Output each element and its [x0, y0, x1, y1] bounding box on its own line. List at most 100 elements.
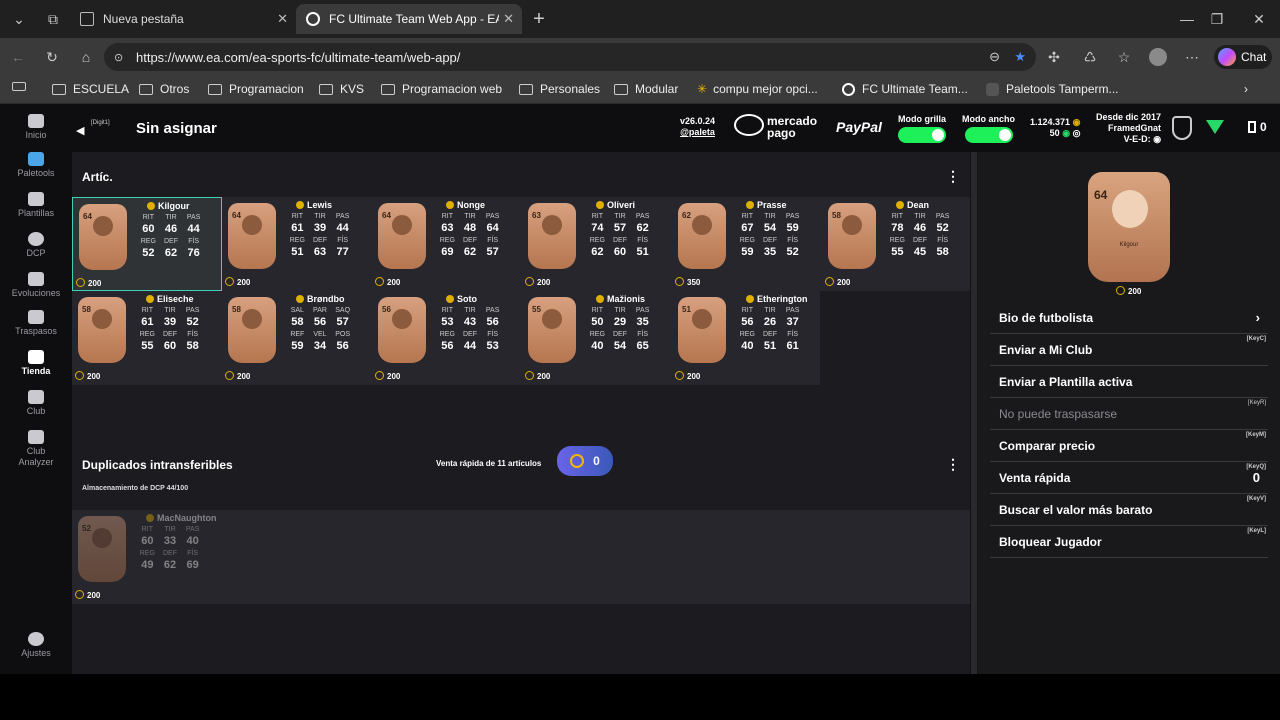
- player-card[interactable]: 63 Oliveri RIT TIR PAS 74 57 62 REG DEF FÍS 62 60 51 2…: [522, 197, 672, 291]
- bookmark-folder[interactable]: Modular: [614, 82, 678, 96]
- close-icon[interactable]: ✕: [503, 11, 514, 27]
- nav-item-club[interactable]: Club: [0, 390, 72, 416]
- selected-price: 200: [1116, 286, 1141, 296]
- stat-value: 59: [786, 222, 799, 234]
- window-close-icon[interactable]: ✕: [1248, 8, 1270, 30]
- tab-list-icon[interactable]: ⌄: [8, 8, 30, 30]
- tab-fc-web-app[interactable]: FC Ultimate Team Web App - EA S ✕: [296, 4, 522, 34]
- menu-item[interactable]: Enviar a Plantilla activa: [990, 366, 1268, 398]
- reading-view-icon[interactable]: [12, 82, 26, 91]
- nav-item-ajustes[interactable]: Ajustes: [0, 632, 72, 658]
- menu-item[interactable]: Bio de futbolista ›: [990, 302, 1268, 334]
- main-scrollbar[interactable]: [970, 152, 978, 674]
- mode-grid-control[interactable]: Modo grilla: [898, 114, 946, 143]
- nav-item-plantillas[interactable]: Plantillas: [0, 192, 72, 218]
- eye-icon[interactable]: ◉: [1153, 134, 1161, 144]
- menu-label: Buscar el valor más barato: [999, 502, 1153, 517]
- player-card[interactable]: 58 Eliseche RIT TIR PAS 61 39 52 REG DEF FÍS 55 60 58…: [72, 291, 222, 385]
- stat-label: RIT: [891, 213, 903, 220]
- stat-value: 45: [913, 246, 927, 258]
- bookmark-label: Modular: [635, 82, 679, 96]
- stat-label: RIT: [591, 213, 603, 220]
- bookmark-link[interactable]: FC Ultimate Team...: [842, 82, 968, 96]
- url-field[interactable]: ⊙ https://www.ea.com/ea-sports-fc/ultima…: [104, 43, 1036, 71]
- mode-wide-toggle[interactable]: [964, 127, 1013, 143]
- bookmark-folder[interactable]: Otros: [139, 82, 189, 96]
- workspaces-icon[interactable]: ⧉: [42, 8, 64, 30]
- paypal-logo[interactable]: PayPal: [836, 119, 882, 135]
- restore-icon[interactable]: ❐: [1206, 8, 1228, 30]
- player-card[interactable]: 51 Etherington RIT TIR PAS 56 26 37 REG DEF FÍS 40 5…: [672, 291, 822, 385]
- extensions-icon[interactable]: ✣: [1044, 47, 1064, 67]
- new-tab-icon[interactable]: +: [528, 8, 550, 30]
- more-options-icon[interactable]: ⋮: [946, 456, 960, 473]
- nav-item-inicio[interactable]: Inicio: [0, 114, 72, 140]
- mode-grid-toggle[interactable]: [898, 127, 946, 143]
- menu-item[interactable]: Comparar precio [KeyM]: [990, 430, 1268, 462]
- player-card[interactable]: 64 Nonge RIT TIR PAS 63 48 64 REG DEF FÍS 69 62 57 200: [372, 197, 522, 291]
- back-icon[interactable]: ←: [8, 47, 28, 67]
- stat-label: DEF: [162, 331, 177, 338]
- card-ovr: 58: [832, 211, 841, 220]
- bookmark-folder[interactable]: Personales: [519, 82, 600, 96]
- player-card[interactable]: 55 Mažionis RIT TIR PAS 50 29 35 REG DEF FÍS 40 54 65…: [522, 291, 672, 385]
- bookmark-folder[interactable]: Programacion: [208, 82, 304, 96]
- notifications[interactable]: 0: [1248, 120, 1267, 134]
- nav-item-evoluciones[interactable]: Evoluciones: [0, 272, 72, 298]
- favorite-star-icon[interactable]: ★: [1014, 49, 1026, 65]
- menu-label: Enviar a Mi Club: [999, 342, 1093, 357]
- stat-value: 39: [163, 316, 177, 328]
- player-card[interactable]: 62 Prasse RIT TIR PAS 67 54 59 REG DEF FÍS 59 35 52 35…: [672, 197, 822, 291]
- stat-label: FÍS: [637, 237, 649, 244]
- bookmark-link[interactable]: Paletools Tamperm...: [986, 82, 1119, 96]
- home-icon[interactable]: ⌂: [76, 47, 96, 67]
- more-icon[interactable]: ⋯: [1182, 47, 1202, 67]
- menu-item[interactable]: Buscar el valor más barato [KeyV]: [990, 494, 1268, 526]
- player-card[interactable]: 64 Kilgour RIT TIR PAS 60 46 44 REG DEF FÍS 52 62 76 2…: [72, 197, 222, 291]
- favorites-icon[interactable]: ☆: [1114, 47, 1134, 67]
- player-name: Nonge: [446, 200, 485, 210]
- profile-icon[interactable]: [1148, 47, 1168, 67]
- nav-item-paletools[interactable]: Paletools: [0, 152, 72, 178]
- menu-item[interactable]: Venta rápida [KeyQ] 0: [990, 462, 1268, 494]
- menu-item[interactable]: Enviar a Mi Club [KeyC]: [990, 334, 1268, 366]
- menu-label: Venta rápida: [999, 470, 1071, 485]
- more-options-icon[interactable]: ⋮: [946, 168, 960, 185]
- stat-labels: REG DEF FÍS: [137, 238, 205, 245]
- reload-icon[interactable]: ↻: [42, 47, 62, 67]
- bookmark-folder[interactable]: KVS: [319, 82, 364, 96]
- zoom-icon[interactable]: ⊖: [989, 49, 1000, 65]
- browser-tools-icon[interactable]: ♺: [1080, 47, 1100, 67]
- nav-item-dcp[interactable]: DCP: [0, 232, 72, 258]
- scroll-thumb[interactable]: [971, 152, 977, 674]
- v-logo-icon: [1206, 120, 1224, 134]
- stat-value: 54: [763, 222, 777, 234]
- stat-value: 62: [463, 246, 477, 258]
- chevron-right-icon[interactable]: ›: [1244, 82, 1248, 96]
- nav-item-tienda[interactable]: Tienda: [0, 350, 72, 376]
- close-icon[interactable]: ✕: [277, 11, 288, 27]
- stat-value: 78: [891, 222, 904, 234]
- mode-wide-control[interactable]: Modo ancho: [962, 114, 1015, 143]
- stat-label: FÍS: [787, 331, 799, 338]
- nav-item-traspasos[interactable]: Traspasos: [0, 310, 72, 336]
- nav-item-club-analyzer[interactable]: Club Analyzer: [0, 430, 72, 468]
- stat-label: TIR: [764, 213, 776, 220]
- stat-label: FÍS: [187, 331, 199, 338]
- minimize-icon[interactable]: —: [1176, 8, 1198, 30]
- chat-button[interactable]: Chat: [1214, 45, 1272, 69]
- menu-item: No puede traspasarse [KeyR]: [990, 398, 1268, 430]
- bookmark-folder[interactable]: ESCUELA: [52, 82, 129, 96]
- tab-new[interactable]: Nueva pestaña ✕: [70, 4, 296, 34]
- quick-sell-button[interactable]: 0: [557, 446, 613, 476]
- player-card[interactable]: 58 Brøndbo SAL PAR SAQ 58 56 57 REF VEL POS 59 34 56 2…: [222, 291, 372, 385]
- player-card[interactable]: 64 Lewis RIT TIR PAS 61 39 44 REG DEF FÍS 51 63 77 200: [222, 197, 372, 291]
- bookmark-link[interactable]: ✳ compu mejor opci...: [697, 82, 818, 96]
- card-ovr: 55: [532, 305, 541, 314]
- menu-item[interactable]: Bloquear Jugador [KeyL]: [990, 526, 1268, 558]
- back-button[interactable]: ◀: [76, 124, 84, 137]
- mercadopago-logo[interactable]: mercado pago: [734, 114, 817, 139]
- player-card[interactable]: 56 Soto RIT TIR PAS 53 43 56 REG DEF FÍS 56 44 53 200: [372, 291, 522, 385]
- bookmark-folder[interactable]: Programacion web: [381, 82, 502, 96]
- player-card[interactable]: 58 Dean RIT TIR PAS 78 46 52 REG DEF FÍS 55 45 58 200: [822, 197, 972, 291]
